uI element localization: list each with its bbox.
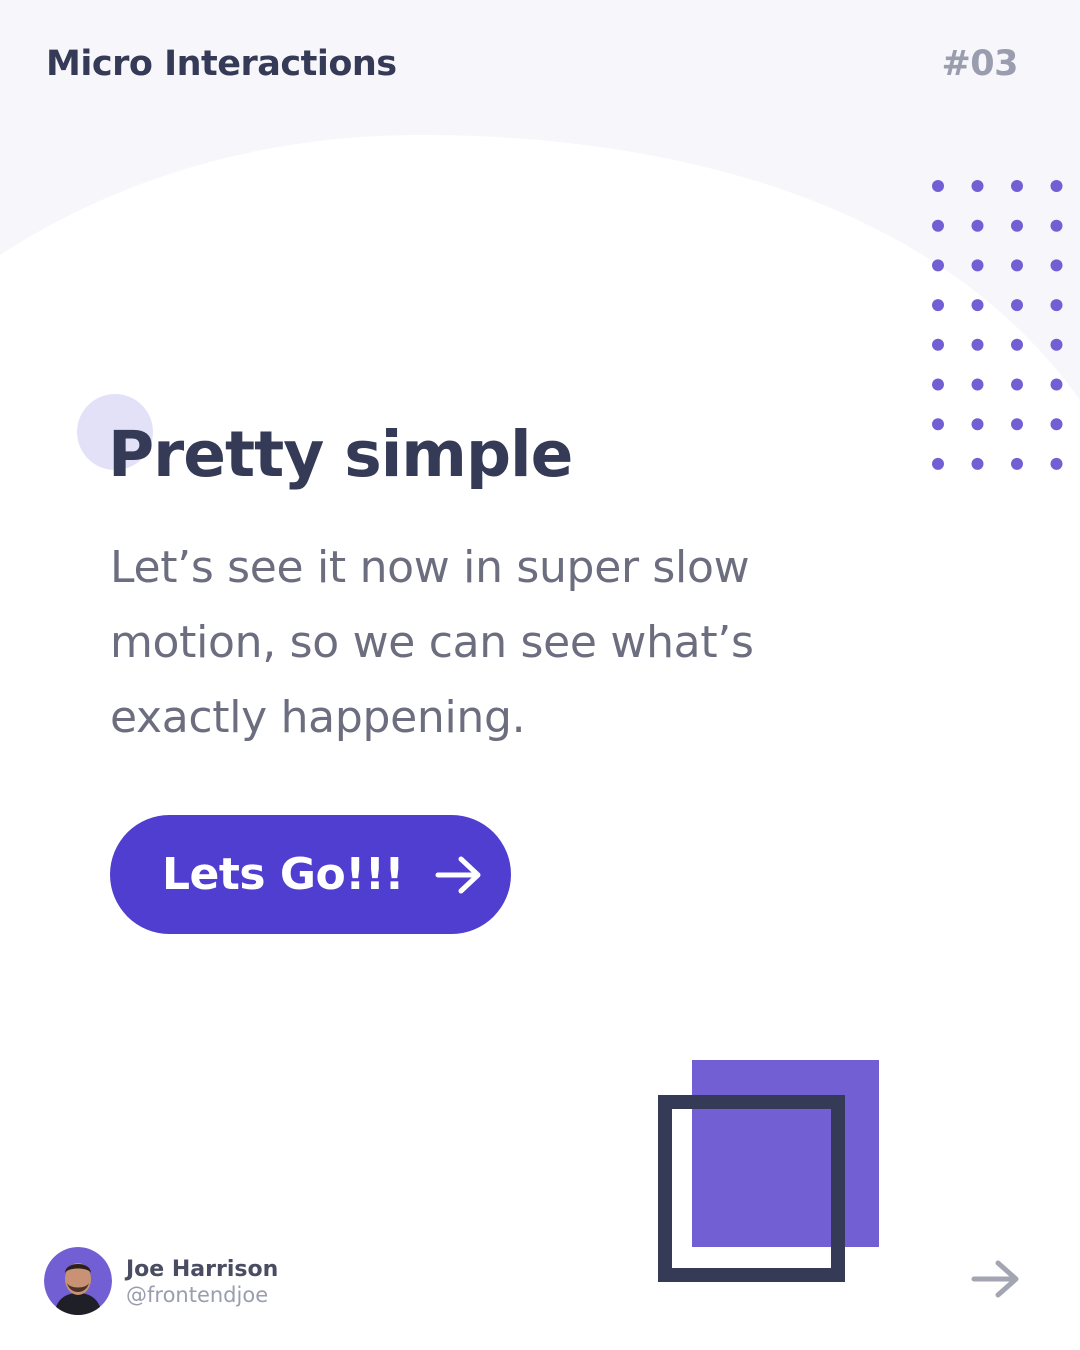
grid-dot (971, 418, 984, 431)
series-title: Micro Interactions (46, 44, 397, 84)
avatar (44, 1247, 112, 1315)
dot-grid-decoration (924, 172, 1074, 482)
grid-dot (1011, 299, 1023, 312)
grid-dot (1050, 457, 1063, 470)
grid-dot (971, 180, 984, 192)
lets-go-button-label: Lets Go!!! (162, 849, 404, 900)
lets-go-button[interactable]: Lets Go!!! (110, 815, 511, 934)
grid-dot (971, 219, 984, 232)
grid-dot (971, 378, 984, 391)
grid-dot (932, 219, 944, 232)
grid-dot (1011, 259, 1023, 272)
grid-dot (1050, 180, 1063, 192)
grid-dot (1050, 378, 1063, 391)
outline-square-decoration (658, 1095, 845, 1282)
grid-dot (932, 418, 944, 431)
grid-dot (971, 338, 984, 351)
grid-dot (1011, 457, 1023, 470)
grid-dot (932, 338, 944, 351)
grid-dot (971, 299, 984, 312)
grid-dot (971, 259, 984, 272)
grid-dot (932, 259, 944, 272)
grid-dot (932, 180, 944, 192)
grid-dot (1011, 180, 1023, 192)
grid-dot (1011, 338, 1023, 351)
author-name: Joe Harrison (126, 1257, 279, 1282)
series-number: #03 (941, 44, 1018, 84)
arrow-right-icon (435, 856, 481, 893)
grid-dot (1011, 378, 1023, 391)
grid-dot (1050, 299, 1063, 312)
author-handle: @frontendjoe (126, 1283, 269, 1307)
headline: Pretty simple (108, 418, 573, 491)
grid-dot (1050, 219, 1063, 232)
grid-dot (1050, 418, 1063, 431)
body-text: Let’s see it now in super slow motion, s… (110, 542, 754, 743)
next-arrow-icon[interactable] (970, 1258, 1022, 1300)
grid-dot (1011, 219, 1023, 232)
grid-dot (932, 378, 944, 391)
grid-dot (1050, 259, 1063, 272)
grid-dot (932, 457, 944, 470)
grid-dot (1011, 418, 1023, 431)
grid-dot (1050, 338, 1063, 351)
grid-dot (932, 299, 944, 312)
grid-dot (971, 457, 984, 470)
